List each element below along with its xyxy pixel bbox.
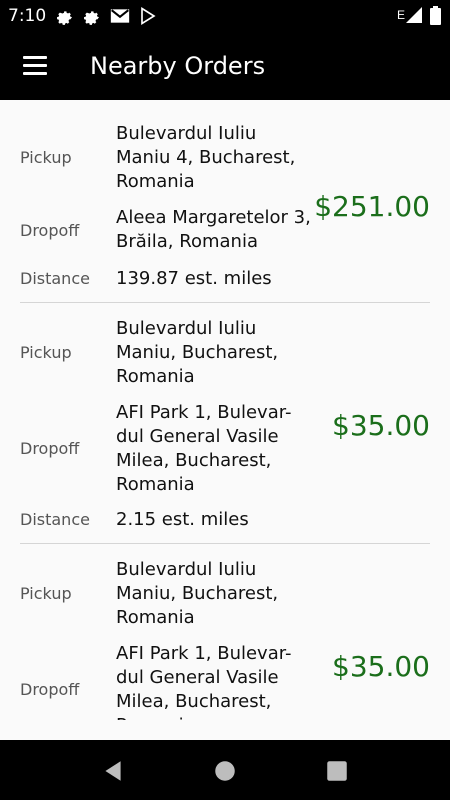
orders-list[interactable]: Pickup Bulevardul Iuliu Maniu 4, Buchare…	[0, 100, 450, 720]
pickup-address: Bulevardul Iuliu Maniu 4, Bucharest, Rom…	[116, 123, 296, 192]
distance-label: Distance	[20, 510, 90, 529]
dropoff-label: Dropoff	[20, 439, 80, 458]
distance-value: 2.15 est. miles	[116, 509, 249, 530]
hamburger-menu-icon[interactable]	[14, 45, 56, 87]
dropoff-label: Dropoff	[20, 680, 80, 699]
signal-icon	[406, 7, 422, 23]
app-bar: Nearby Orders	[0, 32, 450, 100]
dropoff-address: AFI Park 1, Bulevar-dul General Vasile M…	[116, 643, 292, 720]
dropoff-label: Dropoff	[20, 221, 80, 240]
battery-icon	[430, 6, 441, 25]
gear-icon	[84, 11, 100, 25]
system-nav-bar	[0, 740, 450, 800]
network-type: E	[397, 8, 406, 22]
pickup-address: Bulevardul Iuliu Maniu, Bucharest, Roman…	[116, 318, 279, 387]
pickup-address: Bulevardul Iuliu Maniu, Bucharest, Roman…	[116, 559, 279, 628]
status-bar: 7:10 E	[0, 0, 450, 32]
home-icon[interactable]	[212, 758, 238, 784]
order-price: $251.00	[314, 190, 430, 223]
order-card[interactable]: Pickup Bulevardul Iuliu Maniu 4, Buchare…	[20, 100, 430, 303]
distance-value: 139.87 est. miles	[116, 268, 272, 289]
distance-label: Distance	[20, 269, 90, 288]
pickup-label: Pickup	[20, 343, 72, 362]
play-store-icon	[141, 7, 156, 25]
page-title: Nearby Orders	[90, 52, 266, 80]
pickup-label: Pickup	[20, 584, 72, 603]
order-card[interactable]: Pickup Bulevardul Iuliu Maniu, Bucharest…	[20, 303, 430, 544]
dropoff-address: AFI Park 1, Bulevar-dul General Vasile M…	[116, 402, 292, 495]
order-card[interactable]: Pickup Bulevardul Iuliu Maniu, Bucharest…	[20, 544, 430, 720]
pickup-label: Pickup	[20, 148, 72, 167]
gmail-icon	[110, 9, 130, 23]
back-icon[interactable]	[100, 758, 126, 784]
order-price: $35.00	[332, 650, 430, 683]
dropoff-address: Aleea Margaretelor 3, Brăila, Romania	[116, 207, 311, 252]
recents-icon[interactable]	[324, 758, 350, 784]
gear-icon	[57, 11, 73, 25]
status-time: 7:10	[8, 6, 47, 26]
order-price: $35.00	[332, 409, 430, 442]
